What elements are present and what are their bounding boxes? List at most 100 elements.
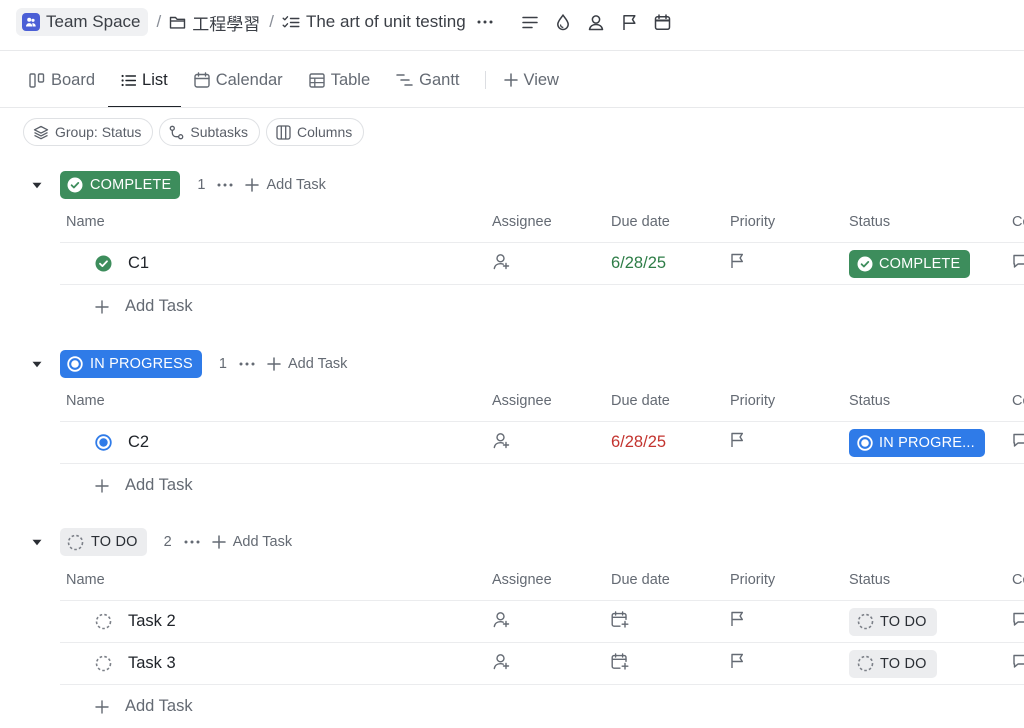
due-date-cell[interactable]: 6/28/25 (611, 243, 666, 284)
subtasks-chip[interactable]: Subtasks (159, 118, 260, 146)
status-group-todo[interactable]: TO DO (60, 528, 147, 556)
tab-list[interactable]: List (108, 52, 181, 108)
comments-cell[interactable] (1012, 643, 1024, 684)
col-status[interactable]: Status (849, 572, 890, 588)
check-circle-icon (857, 256, 873, 272)
add-view-button[interactable]: View (491, 52, 572, 108)
status-badge[interactable]: TO DO (849, 649, 937, 678)
col-assignee[interactable]: Assignee (492, 393, 552, 409)
more-icon[interactable] (217, 183, 233, 187)
check-circle-icon[interactable] (95, 255, 112, 272)
group-add-task-button[interactable]: Add Task (211, 534, 292, 550)
add-task-row[interactable]: Add Task (60, 684, 1024, 728)
priority-cell[interactable] (730, 422, 745, 463)
board-icon (29, 72, 45, 88)
flag-icon[interactable] (613, 8, 646, 36)
more-icon[interactable] (184, 540, 200, 544)
table-row[interactable]: Task 3 TO DO (60, 642, 1024, 684)
comments-cell[interactable] (1012, 601, 1024, 642)
col-comments[interactable]: Co (1012, 393, 1024, 409)
status-cell[interactable]: TO DO (849, 643, 937, 684)
description-icon[interactable] (514, 8, 547, 36)
priority-cell[interactable] (730, 243, 745, 284)
due-date-cell[interactable] (611, 643, 629, 684)
assignee-icon[interactable] (580, 8, 613, 36)
comments-cell[interactable] (1012, 243, 1024, 284)
col-due-date[interactable]: Due date (611, 572, 670, 588)
due-date-cell[interactable]: 6/28/25 (611, 422, 666, 463)
flag-icon (730, 253, 745, 274)
task-name[interactable]: Task 2 (128, 612, 176, 631)
status-cell[interactable]: COMPLETE (849, 243, 971, 284)
status-badge-label: IN PROGRE... (879, 434, 975, 451)
priority-cell[interactable] (730, 643, 745, 684)
col-comments[interactable]: Co (1012, 214, 1024, 230)
col-status[interactable]: Status (849, 393, 890, 409)
col-name[interactable]: Name (66, 214, 105, 230)
tab-calendar[interactable]: Calendar (181, 52, 296, 108)
status-badge[interactable]: COMPLETE (849, 249, 971, 278)
assignee-cell[interactable] (493, 601, 510, 642)
columns-chip[interactable]: Columns (265, 118, 365, 146)
assignee-cell[interactable] (493, 243, 510, 284)
comments-cell[interactable] (1012, 422, 1024, 463)
col-due-date[interactable]: Due date (611, 393, 670, 409)
assignee-cell[interactable] (493, 422, 510, 463)
group-add-task-button[interactable]: Add Task (267, 356, 347, 372)
collapse-caret-icon[interactable] (30, 182, 44, 189)
table-row[interactable]: Task 2 TO DO (60, 600, 1024, 642)
col-status[interactable]: Status (849, 214, 890, 230)
priority-cell[interactable] (730, 601, 745, 642)
calendar-icon (194, 72, 210, 88)
col-assignee[interactable]: Assignee (492, 572, 552, 588)
col-priority[interactable]: Priority (730, 393, 775, 409)
flag-icon (730, 611, 745, 632)
col-due-date[interactable]: Due date (611, 214, 670, 230)
breadcrumb-space[interactable]: Team Space (16, 8, 148, 36)
col-comments[interactable]: Co (1012, 572, 1024, 588)
plus-icon (95, 299, 109, 314)
more-icon[interactable] (470, 8, 500, 36)
status-badge[interactable]: IN PROGRE... (849, 428, 985, 457)
status-cell[interactable]: TO DO (849, 601, 937, 642)
breadcrumb-space-label: Team Space (46, 12, 141, 31)
assignee-cell[interactable] (493, 643, 510, 684)
col-assignee[interactable]: Assignee (492, 214, 552, 230)
group-by-status-chip[interactable]: Group: Status (23, 118, 154, 146)
list-actions (514, 8, 679, 36)
col-name[interactable]: Name (66, 393, 105, 409)
topbar-divider (0, 50, 1024, 51)
status-group-complete[interactable]: COMPLETE (60, 171, 181, 199)
calendar-icon[interactable] (646, 8, 679, 36)
team-space-icon (22, 13, 40, 31)
status-cell[interactable]: IN PROGRE... (849, 422, 985, 463)
table-row[interactable]: C1 6/28/25 COMPLETE (60, 242, 1024, 284)
todo-dashed-circle-icon[interactable] (95, 613, 112, 630)
breadcrumb-list[interactable]: The art of unit testing (282, 8, 466, 36)
group-add-task-button[interactable]: Add Task (245, 177, 326, 193)
collapse-caret-icon[interactable] (30, 361, 44, 368)
col-priority[interactable]: Priority (730, 214, 775, 230)
add-task-row[interactable]: Add Task (60, 463, 1024, 507)
due-date-cell[interactable] (611, 601, 629, 642)
task-name[interactable]: C1 (128, 254, 149, 273)
task-name[interactable]: C2 (128, 433, 149, 452)
status-group-in-progress[interactable]: IN PROGRESS (60, 350, 202, 378)
color-drop-icon[interactable] (547, 8, 580, 36)
status-badge[interactable]: TO DO (849, 607, 937, 636)
tab-table[interactable]: Table (296, 52, 383, 108)
tab-gantt[interactable]: Gantt (383, 52, 472, 108)
task-name[interactable]: Task 3 (128, 654, 176, 673)
table-row[interactable]: C2 6/28/25 IN PROGRE... (60, 421, 1024, 463)
add-task-row[interactable]: Add Task (60, 284, 1024, 328)
collapse-caret-icon[interactable] (30, 539, 44, 546)
todo-dashed-circle-icon[interactable] (95, 655, 112, 672)
plus-icon (503, 73, 518, 87)
breadcrumb-folder[interactable]: 工程學習 (169, 8, 260, 36)
tab-board[interactable]: Board (16, 52, 108, 108)
col-priority[interactable]: Priority (730, 572, 775, 588)
plus-icon (211, 535, 226, 549)
col-name[interactable]: Name (66, 572, 105, 588)
more-icon[interactable] (239, 362, 255, 366)
in-progress-icon[interactable] (95, 434, 112, 451)
